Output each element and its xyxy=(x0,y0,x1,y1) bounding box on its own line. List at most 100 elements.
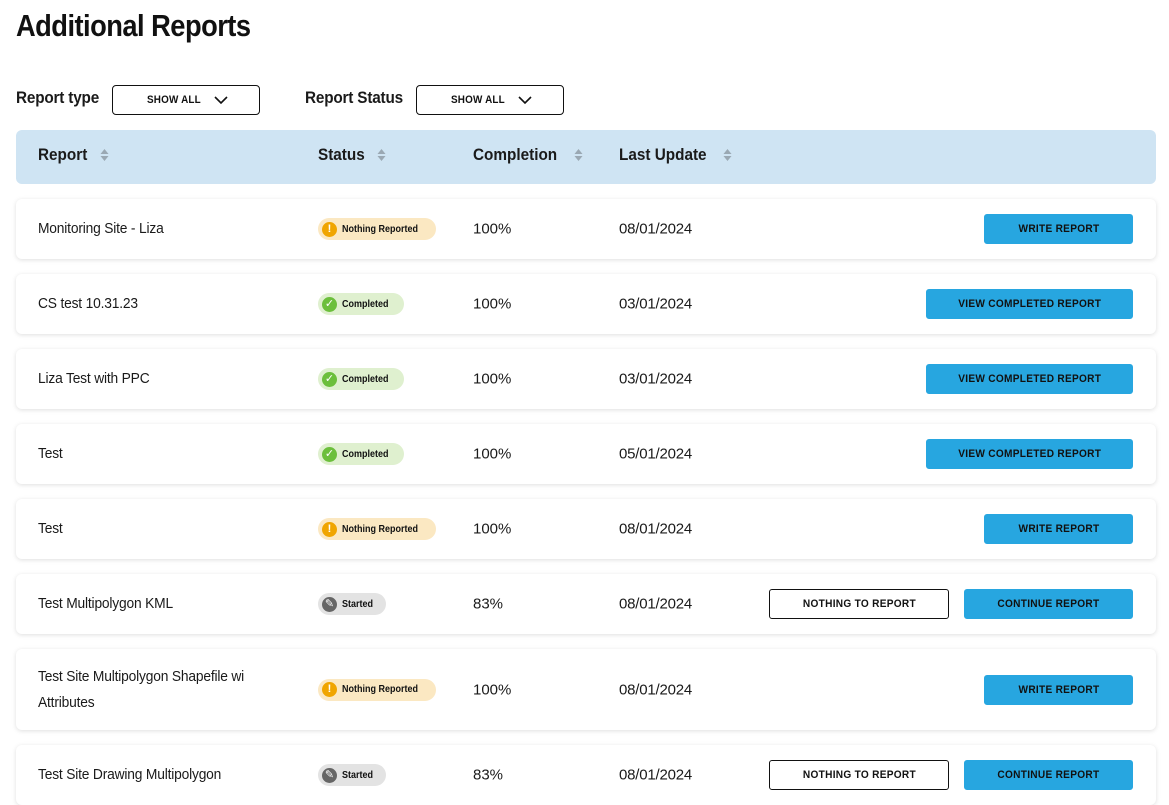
status-cell: ✎ Started xyxy=(318,764,387,786)
last-update-value: 08/01/2024 xyxy=(619,681,693,698)
column-header-last-update[interactable]: Last Update xyxy=(619,145,732,165)
table-row: Test ! Nothing Reported 100% 08/01/2024 WRITE… xyxy=(16,499,1156,559)
status-badge: ✓ Completed xyxy=(318,368,404,390)
sort-icon xyxy=(723,149,732,161)
status-badge: ✓ Completed xyxy=(318,443,404,465)
completion-value: 100% xyxy=(473,681,512,698)
write-report-button[interactable]: WRITE REPORT xyxy=(984,214,1133,244)
row-actions: VIEW COMPLETED REPORT xyxy=(926,364,1133,394)
filter-bar: Report type SHOW ALL Report Status SHOW … xyxy=(16,85,616,115)
column-header-label: Report xyxy=(38,145,88,164)
report-type-label: Report type xyxy=(16,88,100,107)
continue-report-button[interactable]: CONTINUE REPORT xyxy=(964,760,1133,790)
chevron-down-icon xyxy=(518,96,532,105)
status-cell: ✓ Completed xyxy=(318,368,404,390)
write-report-button[interactable]: WRITE REPORT xyxy=(984,674,1133,705)
table-row: Test ✓ Completed 100% 05/01/2024 VIEW COMPLET… xyxy=(16,424,1156,484)
completion-value: 100% xyxy=(473,520,512,538)
pencil-circle-icon: ✎ xyxy=(322,767,337,783)
row-actions: WRITE REPORT xyxy=(984,514,1133,544)
column-header-label: Last Update xyxy=(619,145,707,164)
report-name: Monitoring Site - Liza xyxy=(38,220,164,237)
report-type-value: SHOW ALL xyxy=(147,94,201,106)
report-name: Test Site Drawing Multipolygon xyxy=(38,766,222,783)
check-circle-icon: ✓ xyxy=(322,296,337,312)
table-row: Monitoring Site - Liza! Nothing Reported 1… xyxy=(16,199,1156,259)
view-completed-report-button[interactable]: VIEW COMPLETED REPORT xyxy=(926,364,1133,394)
last-update-value: 03/01/2024 xyxy=(619,370,693,388)
row-actions: VIEW COMPLETED REPORT xyxy=(926,289,1133,319)
report-name: Test xyxy=(38,445,63,462)
table-row: Test Multipolygon KML ✎ Started 83% 08/01/20… xyxy=(16,574,1156,634)
status-cell: ! Nothing Reported xyxy=(318,678,437,701)
row-actions: NOTHING TO REPORT CONTINUE REPORT xyxy=(769,760,1133,790)
last-update-value: 05/01/2024 xyxy=(619,445,693,463)
row-actions: VIEW COMPLETED REPORT xyxy=(926,439,1133,469)
status-cell: ! Nothing Reported xyxy=(318,518,437,540)
view-completed-report-button[interactable]: VIEW COMPLETED REPORT xyxy=(926,439,1133,469)
completion-value: 100% xyxy=(473,445,512,463)
sort-icon xyxy=(574,149,582,161)
report-type-dropdown[interactable]: SHOW ALL xyxy=(112,85,260,115)
sort-icon xyxy=(377,149,386,161)
status-badge: ! Nothing Reported xyxy=(318,678,437,701)
row-actions: NOTHING TO REPORT CONTINUE REPORT xyxy=(769,589,1133,619)
status-badge-label: Completed xyxy=(342,373,389,385)
nothing-to-report-button[interactable]: NOTHING TO REPORT xyxy=(769,760,949,790)
exclamation-circle-icon: ! xyxy=(322,221,337,237)
exclamation-circle-icon: ! xyxy=(322,682,337,697)
report-name: Liza Test with PPC xyxy=(38,370,150,387)
status-badge-label: Nothing Reported xyxy=(342,223,418,235)
last-update-value: 08/01/2024 xyxy=(619,766,693,784)
status-badge-label: Started xyxy=(342,598,374,610)
table-row: Liza Test with PPC ✓ Completed 100% 03/01/20… xyxy=(16,349,1156,409)
continue-report-button[interactable]: CONTINUE REPORT xyxy=(964,589,1133,619)
report-status-dropdown[interactable]: SHOW ALL xyxy=(416,85,564,115)
last-update-value: 08/01/2024 xyxy=(619,220,693,238)
page-title: Additional Reports xyxy=(16,8,251,43)
table-row: Test Site Multipolygon Shapefile wi Attr… xyxy=(16,649,1156,730)
report-status-label: Report Status xyxy=(305,88,403,107)
status-badge-label: Nothing Reported xyxy=(342,684,418,695)
nothing-to-report-button[interactable]: NOTHING TO REPORT xyxy=(769,589,949,619)
status-cell: ! Nothing Reported xyxy=(318,218,437,240)
column-header-status[interactable]: Status xyxy=(318,145,386,165)
view-completed-report-button[interactable]: VIEW COMPLETED REPORT xyxy=(926,289,1133,319)
status-badge: ✎ Started xyxy=(318,764,387,786)
pencil-circle-icon: ✎ xyxy=(322,596,337,612)
table-header: Report Status Completion Last Update xyxy=(16,130,1156,184)
row-actions: WRITE REPORT xyxy=(984,214,1133,244)
status-cell: ✓ Completed xyxy=(318,443,404,465)
status-cell: ✎ Started xyxy=(318,593,387,615)
completion-value: 100% xyxy=(473,220,512,238)
column-header-label: Status xyxy=(318,145,365,164)
write-report-button[interactable]: WRITE REPORT xyxy=(984,514,1133,544)
report-name: Test Multipolygon KML xyxy=(38,595,173,612)
status-badge-label: Nothing Reported xyxy=(342,523,418,535)
report-name: CS test 10.31.23 xyxy=(38,295,138,312)
last-update-value: 08/01/2024 xyxy=(619,520,693,538)
status-badge-label: Completed xyxy=(342,448,389,460)
check-circle-icon: ✓ xyxy=(322,371,337,387)
column-header-completion[interactable]: Completion xyxy=(473,145,583,165)
completion-value: 83% xyxy=(473,766,504,784)
completion-value: 83% xyxy=(473,595,504,613)
last-update-value: 08/01/2024 xyxy=(619,595,693,613)
row-actions: WRITE REPORT xyxy=(984,674,1133,705)
status-cell: ✓ Completed xyxy=(318,293,404,315)
column-header-report[interactable]: Report xyxy=(38,145,109,165)
report-name: Test Site Multipolygon Shapefile wi Attr… xyxy=(38,667,245,711)
status-badge: ✎ Started xyxy=(318,593,387,615)
check-circle-icon: ✓ xyxy=(322,446,337,462)
table-row: CS test 10.31.23 ✓ Completed 100% 03/01/2024… xyxy=(16,274,1156,334)
completion-value: 100% xyxy=(473,295,512,313)
status-badge: ! Nothing Reported xyxy=(318,518,437,540)
status-badge-label: Completed xyxy=(342,298,389,310)
chevron-down-icon xyxy=(214,96,228,105)
report-name: Test xyxy=(38,520,63,537)
completion-value: 100% xyxy=(473,370,512,388)
status-badge-label: Started xyxy=(342,769,374,781)
sort-icon xyxy=(100,149,109,161)
report-status-value: SHOW ALL xyxy=(451,94,505,106)
last-update-value: 03/01/2024 xyxy=(619,295,693,313)
